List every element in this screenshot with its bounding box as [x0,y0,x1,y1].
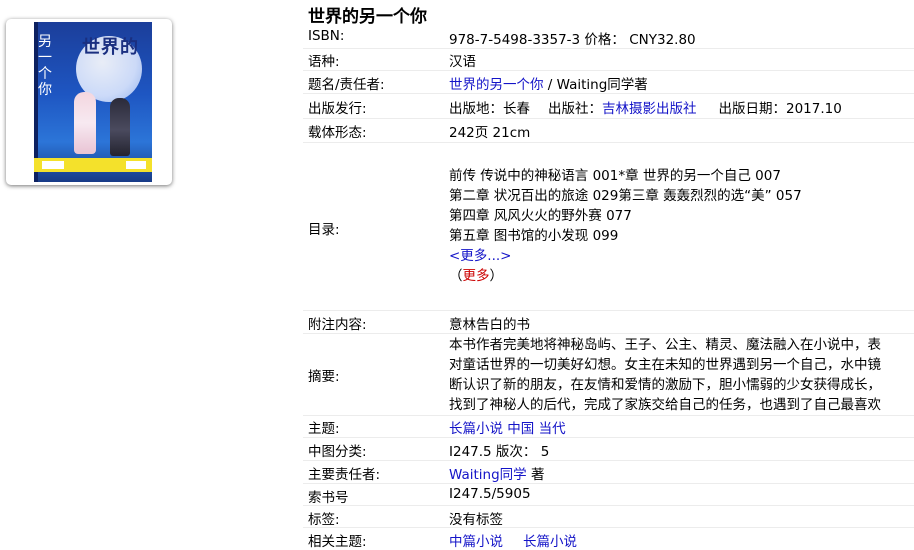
row-related: 相关主题: 中篇小说 长篇小说 [303,527,914,550]
title-link[interactable]: 世界的另一个你 [449,77,544,93]
cover-yellow-band [34,158,152,172]
language-label: 语种: [308,54,340,70]
row-callno: 索书号 I247.5/5905 [303,483,914,506]
related-link-novella[interactable]: 中篇小说 [449,534,503,550]
note-value: 意林告白的书 [449,317,530,333]
row-subject: 主题: 长篇小说 中国 当代 [303,415,914,438]
abstract-line: 对童话世界的一切美好幻想。女主在未知的世界遇到另一个自己，水中镜 [449,357,881,373]
abstract-label: 摘要: [308,369,340,385]
row-toc: 目录: 前传 传说中的神秘语言 001*章 世界的另一个自己 007 第二章 状… [303,142,914,311]
clc-label: 中图分类: [308,444,367,460]
isbn-label: ISBN: [308,28,345,44]
row-carrier: 载体形态: 242页 21cm [303,118,914,143]
subject-label: 主题: [308,421,340,437]
author-label: 主要责任者: [308,467,381,483]
abstract-line: 找到了神秘人的后代，完成了家族交给自己的任务，也遇到了自己最喜欢 [449,397,881,413]
author-link[interactable]: Waiting同学 [449,467,527,483]
row-author: 主要责任者: Waiting同学 著 [303,460,914,484]
note-label: 附注内容: [308,317,367,333]
cover-side-text: 另一个你 [38,34,52,98]
book-title: 世界的另一个你 [308,7,427,27]
related-link-novel[interactable]: 长篇小说 [523,534,577,550]
isbn-value: 978-7-5498-3357-3 价格： CNY32.80 [449,32,696,48]
publisher-label: 出版社： [548,101,602,117]
row-isbn: ISBN: 978-7-5498-3357-3 价格： CNY32.80 [303,26,914,49]
title-resp-label: 题名/责任者: [308,77,385,93]
subject-link-novel[interactable]: 长篇小说 [449,421,503,437]
publish-label: 出版发行: [308,101,367,117]
toc-line: 第四章 风风火火的野外赛 077 [449,208,632,224]
row-note: 附注内容: 意林告白的书 [303,310,914,334]
publish-value: 出版地：长春 出版社：吉林摄影出版社 出版日期：2017.10 [449,97,842,117]
book-cover[interactable]: 世界的 另一个你 [6,19,172,185]
callno-label: 索书号 [308,490,349,506]
carrier-value: 242页 21cm [449,125,531,141]
publish-date-label: 出版日期： [718,101,787,117]
title-resp-value: 世界的另一个你 / Waiting同学著 [449,73,648,93]
toc-more-red-link[interactable]: 更多 [463,268,490,284]
toc-line: 第二章 状况百出的旅途 029第三章 轰轰烈烈的选“美” 057 [449,188,802,204]
toc-line: 前传 传说中的神秘语言 001*章 世界的另一个自己 007 [449,168,781,184]
row-language: 语种: 汉语 [303,48,914,71]
cover-title-text: 世界的 [82,37,139,58]
abstract-line: 断认识了新的朋友，在友情和爱情的激励下，胆小懦弱的少女获得成长， [449,377,881,393]
toc-more-link[interactable]: <更多...> [449,244,512,264]
subject-link-modern[interactable]: 当代 [539,421,566,437]
title-resp-rest: / Waiting同学著 [543,77,648,93]
related-value: 中篇小说 长篇小说 [449,530,577,550]
language-value: 汉语 [449,54,476,70]
toc-line: 第五章 图书馆的小发现 099 [449,228,619,244]
toc-more-red: （更多） [449,268,503,284]
subject-value: 长篇小说 中国 当代 [449,417,566,437]
publish-place: 长春 [503,101,530,117]
carrier-label: 载体形态: [308,125,367,141]
cover-figure-boy [110,98,130,156]
row-publish: 出版发行: 出版地：长春 出版社：吉林摄影出版社 出版日期：2017.10 [303,93,914,119]
publisher-link[interactable]: 吉林摄影出版社 [602,101,697,117]
callno-value: I247.5/5905 [449,486,531,502]
tags-value: 没有标签 [449,512,503,528]
subject-link-china[interactable]: 中国 [507,421,534,437]
publish-date: 2017.10 [786,101,842,117]
toc-label: 目录: [308,222,340,238]
abstract-line: 本书作者完美地将神秘岛屿、王子、公主、精灵、魔法融入在小说中，表 [449,337,881,353]
row-abstract: 摘要: 本书作者完美地将神秘岛屿、王子、公主、精灵、魔法融入在小说中，表 对童话… [303,333,914,416]
book-cover-image: 世界的 另一个你 [34,22,152,182]
related-label: 相关主题: [308,534,367,550]
tags-label: 标签: [308,512,340,528]
row-title-responsibility: 题名/责任者: 世界的另一个你 / Waiting同学著 [303,70,914,94]
clc-value: I247.5 版次： 5 [449,444,550,460]
row-clc: 中图分类: I247.5 版次： 5 [303,437,914,461]
author-value: Waiting同学 著 [449,467,545,483]
cover-figure-girl [74,92,96,154]
publish-place-label: 出版地： [449,101,503,117]
